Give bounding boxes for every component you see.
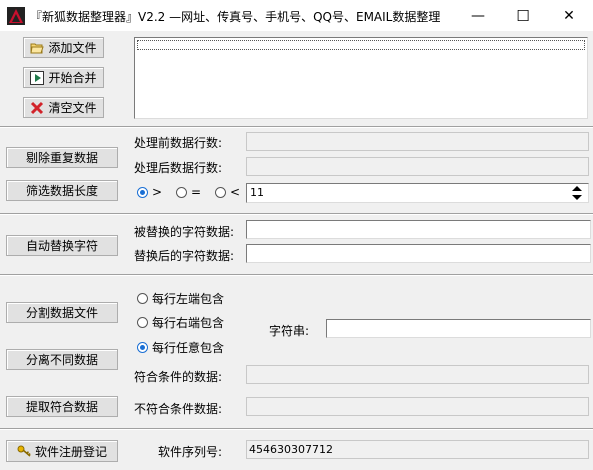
- add-file-button[interactable]: 添加文件: [23, 37, 104, 58]
- replace-to-label: 替换后的字符数据:: [134, 249, 235, 263]
- folder-open-icon: [30, 43, 45, 53]
- radio-left-label: 每行左端包含: [152, 292, 225, 306]
- replace-from-input[interactable]: [246, 220, 591, 239]
- separator: [0, 274, 593, 276]
- clear-files-button[interactable]: 清空文件: [23, 97, 104, 118]
- radio-any-contains[interactable]: 每行任意包含: [137, 339, 224, 356]
- match-label: 符合条件的数据:: [134, 370, 223, 384]
- serial-field: 454630307712: [246, 440, 589, 459]
- dedupe-button[interactable]: 剔除重复数据: [6, 147, 118, 168]
- radio-equal-indicator: [176, 186, 187, 198]
- register-button[interactable]: 软件注册登记: [6, 440, 118, 462]
- file-list[interactable]: [134, 37, 588, 119]
- replace-from-label: 被替换的字符数据:: [134, 225, 235, 239]
- before-count-label: 处理前数据行数:: [134, 136, 223, 150]
- maximize-button[interactable]: ☐: [500, 0, 546, 31]
- radio-right-label: 每行右端包含: [152, 316, 225, 330]
- filter-length-label: 筛选数据长度: [25, 184, 98, 198]
- minimize-button[interactable]: —: [455, 0, 501, 31]
- match-count-field: [246, 365, 589, 384]
- radio-less[interactable]: <: [215, 185, 240, 199]
- radio-right-indicator: [137, 317, 148, 328]
- after-count-field: [246, 157, 589, 176]
- dedupe-label: 剔除重复数据: [25, 151, 98, 165]
- radio-less-indicator: [215, 186, 226, 198]
- clear-files-label: 清空文件: [48, 101, 97, 115]
- nomatch-count-field: [246, 397, 589, 416]
- radio-equal[interactable]: =: [176, 185, 201, 199]
- extract-data-label: 提取符合数据: [25, 400, 98, 414]
- add-file-label: 添加文件: [48, 41, 97, 55]
- title-bar: 『新狐数据整理器』V2.2 —网址、传真号、手机号、QQ号、EMAIL数据整理 …: [0, 0, 593, 31]
- delete-x-icon: [31, 101, 44, 114]
- serial-label: 软件序列号:: [158, 445, 223, 459]
- radio-any-indicator: [137, 342, 148, 353]
- split-file-label: 分割数据文件: [25, 306, 98, 320]
- radio-equal-label: =: [191, 185, 202, 199]
- nomatch-label: 不符合条件数据:: [134, 402, 223, 416]
- separator: [0, 213, 593, 215]
- extract-data-button[interactable]: 提取符合数据: [6, 396, 118, 417]
- serial-value: 454630307712: [249, 443, 333, 456]
- maximize-icon: ☐: [516, 6, 530, 25]
- replace-to-input[interactable]: [246, 244, 591, 263]
- radio-any-label: 每行任意包含: [152, 341, 225, 355]
- key-icon: [17, 445, 31, 457]
- window-title: 『新狐数据整理器』V2.2 —网址、传真号、手机号、QQ号、EMAIL数据整理: [30, 10, 441, 24]
- replace-label: 自动替换字符: [25, 239, 98, 253]
- radio-less-label: <: [230, 185, 241, 199]
- radio-greater-indicator: [137, 186, 148, 198]
- filter-length-button[interactable]: 筛选数据长度: [6, 180, 118, 201]
- radio-left-contains[interactable]: 每行左端包含: [137, 290, 224, 307]
- register-label: 软件注册登记: [34, 444, 107, 459]
- after-count-label: 处理后数据行数:: [134, 161, 223, 175]
- separate-data-label: 分离不同数据: [25, 353, 98, 367]
- minimize-icon: —: [471, 7, 485, 24]
- string-input[interactable]: [326, 319, 591, 338]
- split-file-button[interactable]: 分割数据文件: [6, 302, 118, 323]
- radio-greater-label: >: [152, 185, 163, 199]
- app-logo-icon: [7, 7, 25, 25]
- merge-label: 开始合并: [48, 71, 97, 85]
- radio-greater[interactable]: >: [137, 185, 162, 199]
- separate-data-button[interactable]: 分离不同数据: [6, 349, 118, 370]
- length-value: 11: [250, 186, 264, 199]
- close-icon: ✕: [563, 7, 575, 24]
- merge-button[interactable]: 开始合并: [23, 67, 104, 88]
- close-button[interactable]: ✕: [546, 0, 592, 31]
- play-icon: [30, 70, 45, 85]
- string-label: 字符串:: [269, 324, 310, 338]
- separator: [0, 428, 593, 430]
- radio-right-contains[interactable]: 每行右端包含: [137, 314, 224, 331]
- spin-buttons[interactable]: [570, 184, 584, 202]
- file-list-focus-row: [137, 40, 585, 50]
- separator: [0, 126, 593, 128]
- length-spinner[interactable]: 11: [246, 183, 589, 203]
- radio-left-indicator: [137, 293, 148, 304]
- replace-button[interactable]: 自动替换字符: [6, 235, 118, 256]
- before-count-field: [246, 132, 589, 151]
- spin-arrows-icon: [572, 186, 582, 200]
